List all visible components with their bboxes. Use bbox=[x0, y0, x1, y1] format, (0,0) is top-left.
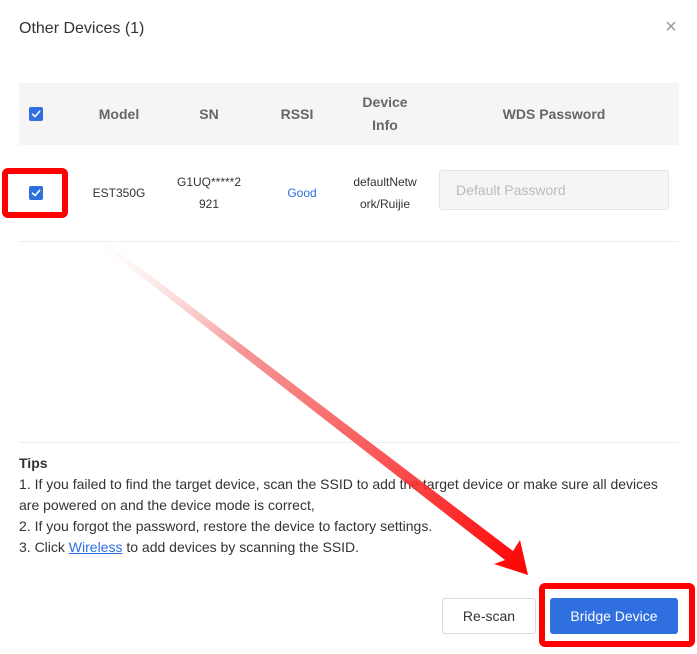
tip-line-1: 1. If you failed to find the target devi… bbox=[19, 476, 658, 513]
table-header: Model SN RSSI Device Info WDS Password bbox=[19, 83, 679, 145]
header-wds-password: WDS Password bbox=[502, 105, 606, 122]
checkbox-icon bbox=[31, 110, 41, 118]
dialog-title: Other Devices (1) bbox=[19, 20, 145, 37]
tip-line-3-suffix: to add devices by scanning the SSID. bbox=[122, 539, 360, 555]
tip-line-3: 3. Click Wireless to add devices by scan… bbox=[19, 537, 669, 558]
header-device-info-line2: Info bbox=[372, 117, 398, 133]
row-checkbox[interactable] bbox=[29, 186, 43, 200]
cell-info-line2: ork/Ruijie bbox=[359, 197, 410, 211]
rescan-button[interactable]: Re-scan bbox=[442, 598, 536, 634]
wds-password-input[interactable] bbox=[439, 170, 669, 210]
cell-info-line1: defaultNetw bbox=[353, 175, 417, 189]
cell-device-info: defaultNetw ork/Ruijie bbox=[341, 145, 429, 241]
cell-model: EST350G bbox=[92, 186, 146, 200]
header-sn: SN bbox=[199, 105, 219, 122]
cell-rssi: Good bbox=[287, 186, 317, 200]
tips-section: Tips 1. If you failed to find the target… bbox=[19, 453, 669, 558]
table-row: EST350G G1UQ*****2 921 Good defaultNetw … bbox=[19, 145, 679, 242]
checkbox-icon bbox=[31, 189, 41, 197]
tips-title: Tips bbox=[19, 455, 48, 471]
cell-sn-line2: 921 bbox=[198, 197, 220, 211]
close-icon[interactable]: × bbox=[661, 17, 681, 37]
select-all-checkbox[interactable] bbox=[29, 107, 43, 121]
header-device-info-line1: Device bbox=[362, 94, 408, 110]
other-devices-dialog: Other Devices (1) × Model SN RSSI Device… bbox=[0, 0, 697, 654]
cell-sn: G1UQ*****2 921 bbox=[169, 145, 249, 241]
divider bbox=[19, 442, 679, 443]
header-device-info: Device Info bbox=[341, 83, 429, 145]
tip-line-2: 2. If you forgot the password, restore t… bbox=[19, 518, 433, 534]
header-model: Model bbox=[98, 105, 140, 122]
select-all-cell bbox=[19, 83, 53, 145]
tip-line-3-prefix: 3. Click bbox=[19, 539, 69, 555]
bridge-device-button[interactable]: Bridge Device bbox=[550, 598, 678, 634]
header-rssi: RSSI bbox=[280, 105, 314, 122]
cell-sn-line1: G1UQ*****2 bbox=[176, 175, 242, 189]
wireless-link[interactable]: Wireless bbox=[69, 539, 123, 555]
row-select-cell bbox=[19, 145, 53, 241]
